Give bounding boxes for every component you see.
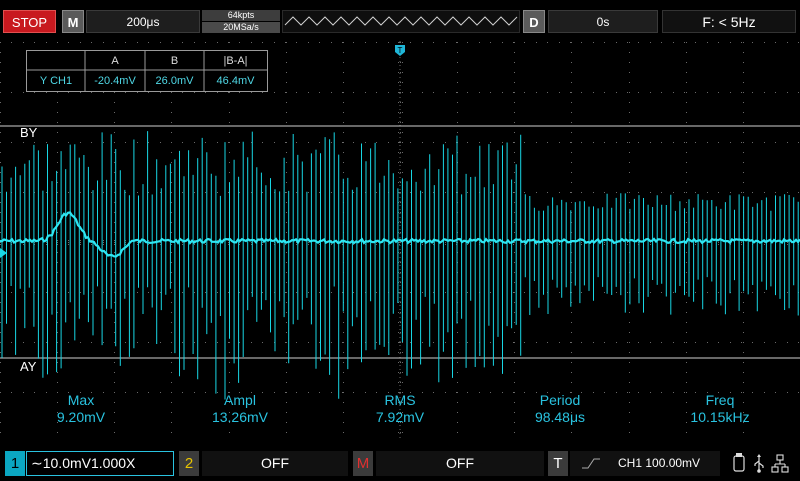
cursor-readout-table: A B |B-A| Y CH1 -20.4mV 26.0mV 46.4mV: [26, 50, 268, 92]
ch1-button[interactable]: 1: [5, 451, 25, 476]
cursor-b-label: BY: [20, 125, 38, 140]
trigger-marker-text: T: [398, 46, 403, 55]
measurement-freq-label: Freq: [705, 392, 735, 408]
delay-button[interactable]: D: [523, 10, 545, 33]
measurement-freq-value: 10.15kHz: [690, 409, 750, 425]
math-button[interactable]: M: [353, 451, 373, 476]
cursor-a-label: AY: [20, 359, 37, 374]
trigger-settings[interactable]: CH1 100.00mV: [570, 451, 720, 476]
trigger-position-marker[interactable]: T: [395, 45, 405, 56]
trigger-button[interactable]: T: [548, 451, 568, 476]
status-icons: [726, 451, 796, 476]
usb-drive-icon: [733, 453, 745, 472]
channel-status-bar: 1 ∼10.0mV1.000X 2 OFF M OFF T CH1 100.00…: [0, 447, 800, 480]
cursor-row-label: Y CH1: [39, 75, 73, 87]
ch1-settings[interactable]: ∼10.0mV1.000X: [26, 451, 174, 476]
measurement-rms[interactable]: RMS 7.92mV: [340, 392, 460, 426]
measurement-max[interactable]: Max 9.20mV: [21, 392, 141, 426]
lan-icon: [771, 454, 789, 473]
delay-display[interactable]: 0s: [548, 10, 658, 33]
ac-coupling-icon: ∼: [31, 455, 43, 471]
main-menu-button[interactable]: M: [62, 10, 84, 33]
trigger-source-level: CH1 100.00mV: [618, 456, 701, 470]
ch2-settings[interactable]: OFF: [202, 451, 348, 476]
frequency-counter: F: < 5Hz: [662, 10, 796, 33]
cursor-value-b: 26.0mV: [155, 75, 194, 87]
measurement-rms-label: RMS: [384, 392, 416, 408]
cursor-value-a: -20.4mV: [94, 75, 136, 87]
cursor-header-delta: |B-A|: [223, 55, 248, 67]
measurement-max-value: 9.20mV: [56, 409, 106, 425]
measurement-rms-value: 7.92mV: [375, 409, 425, 425]
measurement-freq[interactable]: Freq 10.15kHz: [660, 392, 780, 426]
rising-edge-icon: [582, 458, 600, 469]
memory-waveform-icon: [284, 16, 518, 26]
memory-depth: 64kpts: [202, 10, 280, 21]
acquisition-info[interactable]: 64kpts 20MSa/s: [202, 10, 280, 33]
timebase-display[interactable]: 200μs: [86, 10, 200, 33]
cursor-header-a: A: [111, 55, 119, 67]
measurement-period[interactable]: Period 98.48μs: [500, 392, 620, 426]
measurement-max-label: Max: [67, 392, 95, 408]
ch1-scale: 10.0mV: [42, 455, 91, 471]
waveform-display[interactable]: T A B |B-A| Y CH1 -20.4mV 26.0mV 46.4mV …: [0, 41, 800, 441]
run-stop-button[interactable]: STOP: [3, 10, 56, 33]
cursor-value-delta: 46.4mV: [216, 75, 255, 87]
measurement-period-value: 98.48μs: [534, 409, 586, 425]
waveform-canvas: T: [0, 41, 800, 441]
measurement-ampl-value: 13.26mV: [211, 409, 269, 425]
ch2-button[interactable]: 2: [179, 451, 199, 476]
usb-icon: [754, 454, 764, 473]
measurement-ampl[interactable]: Ampl 13.26mV: [180, 392, 300, 426]
ch1-ground-marker[interactable]: [0, 248, 7, 258]
measurement-period-label: Period: [539, 392, 581, 408]
cursor-header-b: B: [170, 55, 179, 67]
memory-position-bar[interactable]: [282, 10, 520, 33]
math-settings[interactable]: OFF: [376, 451, 544, 476]
sample-rate: 20MSa/s: [202, 22, 280, 33]
ch1-probe: 1.000X: [90, 455, 136, 471]
top-status-bar: STOP M 200μs 64kpts 20MSa/s D 0s F: < 5H…: [0, 0, 800, 40]
measurement-ampl-label: Ampl: [224, 392, 256, 408]
